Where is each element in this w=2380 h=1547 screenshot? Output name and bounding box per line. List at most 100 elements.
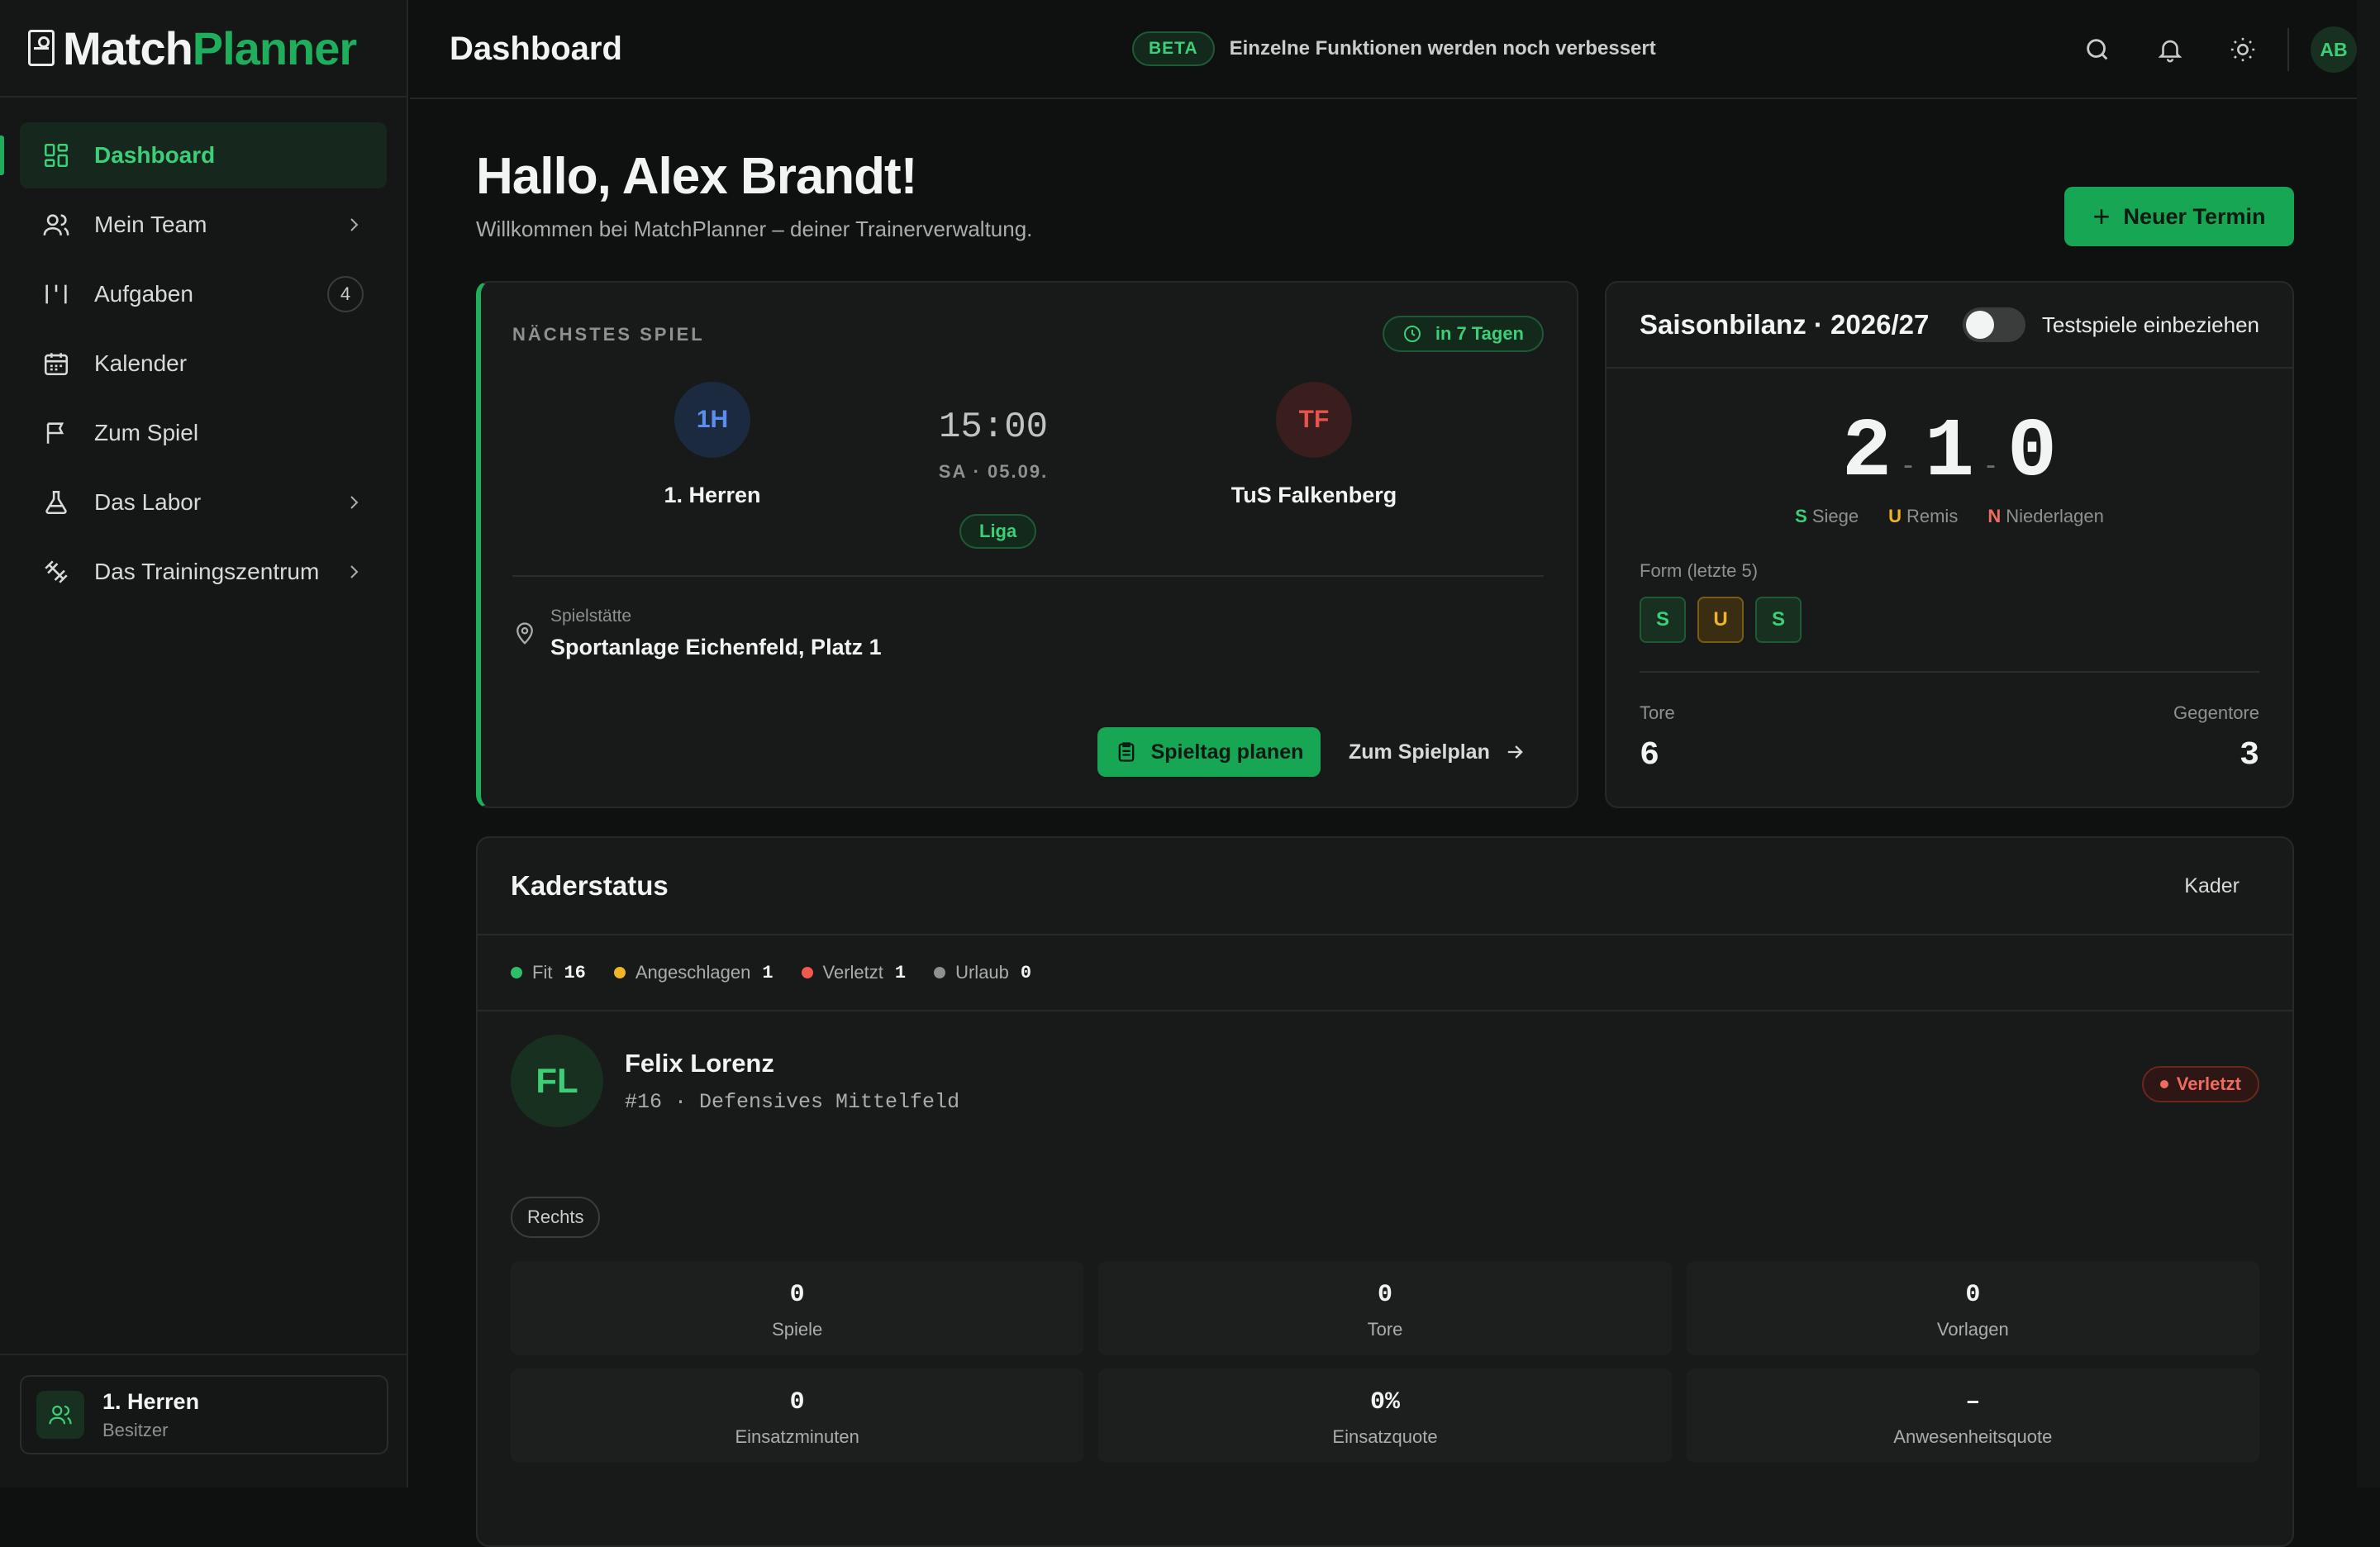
home-team-badge: 1H [674, 382, 750, 458]
stat-minutes: 0 Einsatzminuten [511, 1368, 1084, 1463]
user-avatar[interactable]: AB [2311, 26, 2357, 73]
welcome-text: Willkommen bei MatchPlanner – deiner Tra… [476, 217, 1033, 241]
away-team[interactable]: TF TuS Falkenberg [1215, 382, 1413, 508]
form-chip-draw: U [1697, 597, 1744, 643]
player-row[interactable]: FL Felix Lorenz #16 · Defensives Mittelf… [511, 1035, 959, 1127]
new-event-button[interactable]: + Neuer Termin [2064, 187, 2294, 246]
stat-appearance-rate: 0% Einsatzquote [1098, 1368, 1672, 1463]
status-label: Fit [532, 962, 553, 983]
greeting: Hallo, Alex Brandt! [476, 148, 917, 205]
clipboard-icon [1118, 742, 1134, 762]
stat-value: 0 [1965, 1281, 1981, 1309]
stat-value: 0 [789, 1388, 805, 1416]
season-header: Saisonbilanz · 2026/27 Testspiele einbez… [1606, 283, 2292, 369]
scrollbar[interactable] [2357, 0, 2380, 1488]
sidebar-item-zum-spiel[interactable]: Zum Spiel [20, 400, 387, 466]
squad-header: Kaderstatus Kader [478, 838, 2292, 935]
sidebar-item-label: Kalender [94, 350, 188, 376]
kickoff-time: 15:00 [938, 407, 1049, 448]
stat-label: Anwesenheitsquote [1893, 1426, 2053, 1447]
status-injured: Verletzt 1 [801, 962, 906, 983]
form-chip-win: S [1640, 597, 1686, 643]
team-name: 1. Herren [102, 1388, 200, 1414]
sidebar-item-kalender[interactable]: Kalender [20, 331, 387, 397]
record-legend: S Siege U Remis N Niederlagen [1606, 506, 2292, 527]
stat-label: Tore [1367, 1319, 1403, 1340]
chevron-right-icon [350, 565, 359, 578]
home-team[interactable]: 1H 1. Herren [613, 382, 812, 508]
player-name: Felix Lorenz [625, 1048, 774, 1078]
player-status-badge: Verletzt [2141, 1066, 2259, 1102]
team-switcher[interactable]: 1. Herren Besitzer [20, 1375, 388, 1454]
team-users-icon [36, 1391, 84, 1439]
logo-text-planner: Planner [192, 21, 357, 74]
stat-value: 0 [1377, 1281, 1392, 1309]
venue-label: Spielstätte [550, 607, 632, 626]
dashboard-icon [41, 140, 71, 170]
goals-for: Tore 6 [1640, 702, 1675, 774]
legend-label: Remis [1906, 506, 1959, 526]
goals-against: Gegentore 3 [2173, 702, 2259, 774]
sidebar-item-dashboard[interactable]: Dashboard [0, 122, 387, 188]
wins-count: 2 [1841, 407, 1892, 500]
status-dot [613, 967, 626, 978]
form-chip-win: S [1755, 597, 1802, 643]
stat-attendance-rate: – Anwesenheitsquote [1686, 1368, 2259, 1463]
sidebar-item-trainingszentrum[interactable]: Das Trainingszentrum [20, 539, 387, 605]
next-match-label: NÄCHSTES SPIEL [512, 324, 705, 345]
next-match-card: NÄCHSTES SPIEL in 7 Tagen 1H 1. Herren 1… [476, 281, 1578, 808]
topbar-actions: AB [2051, 23, 2357, 76]
status-count: 16 [564, 962, 586, 983]
dumbbell-icon [41, 557, 71, 587]
sidebar-item-das-labor[interactable]: Das Labor [20, 469, 387, 536]
stat-value: – [1965, 1388, 1981, 1416]
goals-against-label: Gegentore [2173, 702, 2259, 723]
legend-label: Niederlagen [2006, 506, 2104, 526]
countdown-text: in 7 Tagen [1435, 323, 1524, 344]
venue: Spielstätte Sportanlage Eichenfeld, Plat… [512, 607, 882, 660]
stat-label: Einsatzminuten [735, 1426, 859, 1447]
card-divider [1640, 671, 2259, 673]
search-icon[interactable] [2071, 23, 2124, 76]
record-separator: - [1986, 447, 1996, 481]
sidebar-item-label: Dashboard [94, 142, 216, 168]
player-avatar: FL [511, 1035, 603, 1127]
stat-value: 0% [1369, 1388, 1400, 1416]
competition-badge: Liga [959, 514, 1037, 549]
topbar-divider [2287, 28, 2289, 71]
sidebar-item-mein-team[interactable]: Mein Team [20, 192, 387, 258]
sidebar-nav: Dashboard Mein Team Aufgaben 4 Kalender [0, 98, 407, 605]
goals-label: Tore [1640, 702, 1675, 723]
plus-icon: + [2092, 199, 2111, 233]
users-icon [41, 210, 71, 240]
status-dot [801, 967, 813, 978]
status-label: Angeschlagen [635, 962, 751, 983]
sidebar-item-aufgaben[interactable]: Aufgaben 4 [20, 261, 387, 327]
bell-icon[interactable] [2144, 23, 2197, 76]
plan-matchday-button[interactable]: Spieltag planen [1097, 727, 1321, 777]
schedule-link[interactable]: Zum Spielplan [1349, 727, 1526, 777]
player-status-label: Verletzt [2176, 1073, 2241, 1094]
legend-draws: U Remis [1888, 506, 1958, 527]
squad-status-summary: Fit 16 Angeschlagen 1 Verletzt 1 Urlaub … [478, 935, 2292, 1011]
chevron-right-icon [350, 496, 359, 509]
new-event-label: Neuer Termin [2123, 203, 2266, 229]
form-label: Form (letzte 5) [1640, 560, 1759, 581]
sun-icon[interactable] [2216, 23, 2269, 76]
chevron-right-icon [350, 218, 359, 231]
calendar-icon [41, 349, 71, 378]
squad-title: Kaderstatus [511, 870, 669, 901]
app-logo[interactable]: MatchPlanner [0, 0, 407, 98]
friendlies-toggle[interactable] [1962, 307, 2025, 342]
record-separator: - [1902, 447, 1913, 481]
status-label: Urlaub [955, 962, 1009, 983]
status-count: 0 [1020, 962, 1032, 983]
venue-name: Sportanlage Eichenfeld, Platz 1 [550, 635, 882, 659]
squad-link[interactable]: Kader [2184, 874, 2240, 898]
flask-icon [41, 488, 71, 517]
friendlies-toggle-label: Testspiele einbeziehen [2041, 312, 2259, 337]
arrow-right-icon [1507, 745, 1523, 759]
away-team-badge: TF [1276, 382, 1352, 458]
clipboard-logo-icon [28, 30, 55, 66]
status-dot [2159, 1080, 2168, 1088]
